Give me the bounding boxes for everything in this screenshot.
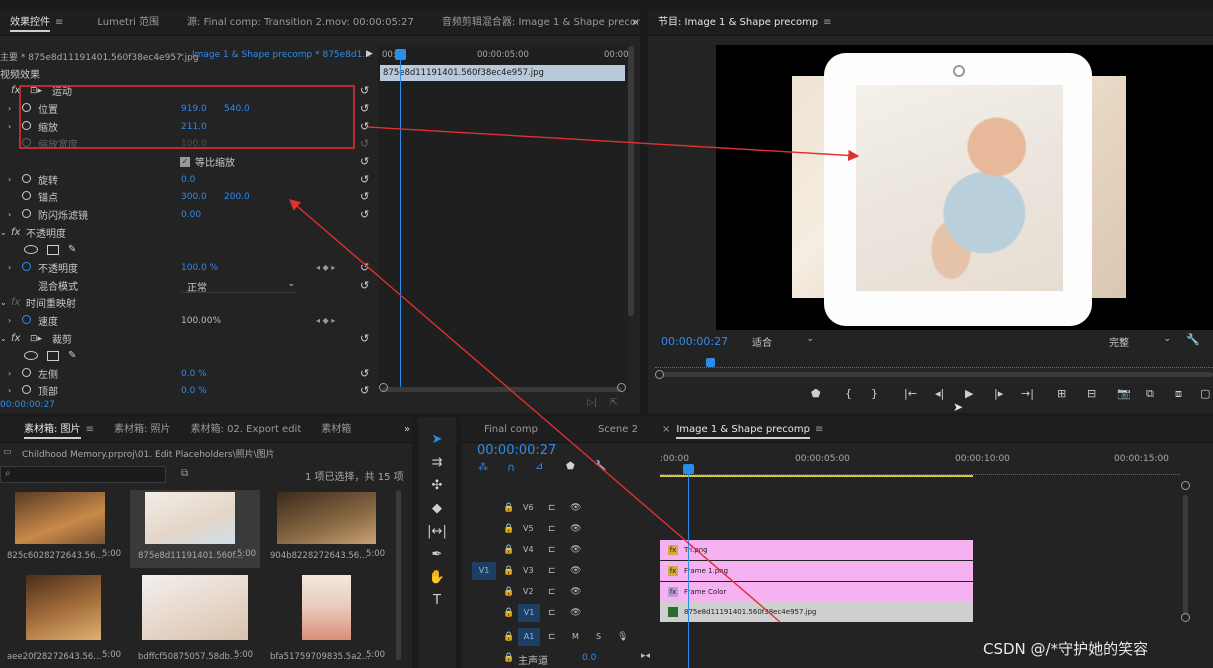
watermark: CSDN @/*守护她的笑容 xyxy=(983,640,1149,658)
highlight-box xyxy=(19,85,355,149)
arrow-to-monitor xyxy=(367,126,860,162)
annotation-overlay xyxy=(19,85,860,623)
arrow-to-anchor xyxy=(288,199,781,623)
